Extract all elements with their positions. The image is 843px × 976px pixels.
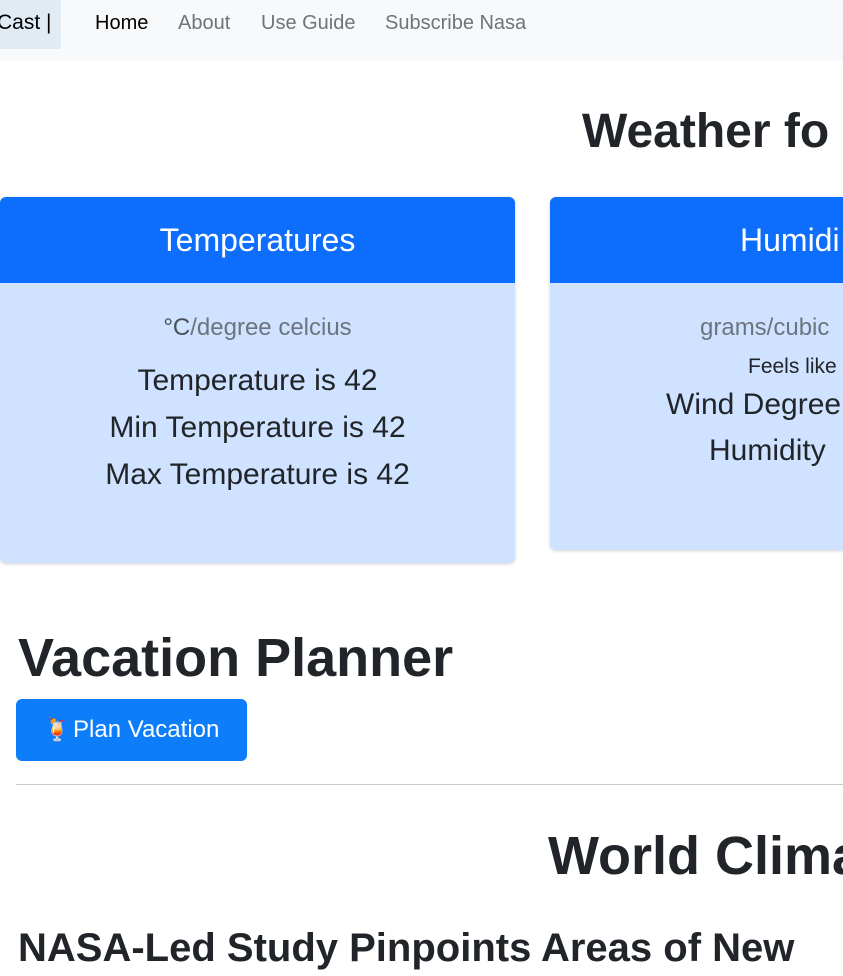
feels-like-label: Feels like <box>748 355 837 378</box>
humidity-card-body: grams/cubic Feels like Wind Degree Humid… <box>550 283 843 474</box>
max-temperature-value: Max Temperature is 42 <box>105 458 410 491</box>
news-headline[interactable]: NASA-Led Study Pinpoints Areas of New <box>18 920 794 976</box>
nav-subscribe-nasa-link[interactable]: Subscribe Nasa <box>385 9 526 37</box>
world-climate-title: World Clima <box>548 826 843 886</box>
vacation-planner-title: Vacation Planner <box>18 628 454 688</box>
plan-vacation-label: Plan Vacation <box>73 716 220 743</box>
temperature-card: Temperatures °C/degree celcius Temperatu… <box>0 197 515 563</box>
humidity-label: Humidity <box>709 434 826 467</box>
temperature-card-header: Temperatures <box>0 197 515 283</box>
page-title: Weather fo <box>582 105 830 158</box>
navbar: Cast | Home About Use Guide Subscribe Na… <box>0 0 843 61</box>
nav-home-link[interactable]: Home <box>95 9 148 37</box>
temperature-card-body: °C/degree celcius Temperature is 42 Min … <box>0 283 515 498</box>
nav-about-link[interactable]: About <box>178 9 230 37</box>
humidity-card: Humidi grams/cubic Feels like Wind Degre… <box>550 197 843 550</box>
wind-degree-label: Wind Degree <box>666 388 842 421</box>
nav-use-guide-link[interactable]: Use Guide <box>261 9 356 37</box>
temperature-value: Temperature is 42 <box>137 364 378 397</box>
min-temperature-value: Min Temperature is 42 <box>109 411 406 444</box>
temperature-unit: °C/degree celcius <box>163 314 352 341</box>
brand-logo[interactable]: Cast | <box>0 0 61 49</box>
plan-vacation-button[interactable]: 🍹Plan Vacation <box>16 699 247 761</box>
humidity-card-header: Humidi <box>550 197 843 283</box>
humidity-unit: grams/cubic <box>700 314 830 341</box>
section-divider <box>16 784 843 785</box>
cocktail-icon: 🍹 <box>43 717 72 742</box>
